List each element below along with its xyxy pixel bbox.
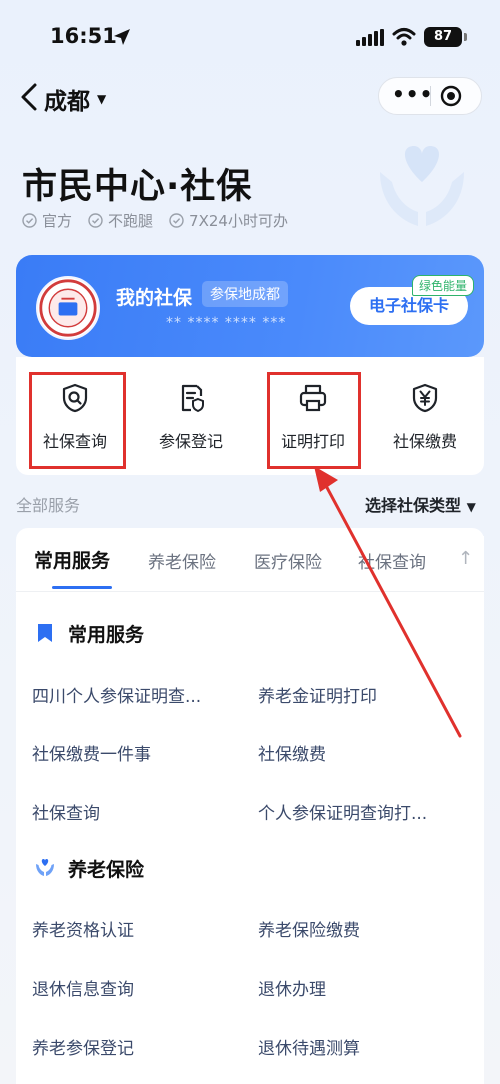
service-link[interactable]: 社保缴费一件事 [32,740,238,765]
hands-heart-illustration-icon [380,146,464,226]
back-chevron-icon[interactable] [18,82,40,112]
group-title-pension: 养老保险 [68,859,145,881]
active-tab-indicator [52,586,112,589]
group-title-common: 常用服务 [68,624,145,646]
document-shield-icon [181,384,204,413]
tab-pension[interactable]: 养老保险 [148,548,216,573]
city-selector[interactable]: 成都 [44,82,90,116]
annotation-box-social-query [29,372,126,469]
caret-down-icon[interactable]: ▼ [97,92,106,106]
service-link[interactable]: 养老参保登记 [32,1034,238,1059]
quick-action-registration[interactable]: 参保登记 [136,374,246,464]
annotation-arrow-icon [314,466,462,738]
close-target-icon[interactable] [440,85,462,107]
location-arrow-icon [114,29,130,45]
card-region-tag: 参保地成都 [202,281,288,307]
green-energy-tag: 绿色能量 [412,275,475,296]
check-circle-icon [22,213,37,228]
badge-label: 官方 [42,212,73,230]
card-number-masked: ** **** **** *** [166,315,287,331]
more-dots-icon[interactable]: ••• [392,84,432,108]
service-link[interactable]: 退休待遇测算 [258,1034,464,1059]
card-title: 我的社保 [116,287,193,309]
quick-action-payment[interactable]: 社保缴费 [370,374,480,464]
tab-common[interactable]: 常用服务 [34,546,110,573]
service-link[interactable]: 养老保险缴费 [258,916,464,941]
service-link[interactable]: 退休办理 [258,975,464,1000]
battery-indicator: 87 [424,27,462,47]
check-circle-icon [169,213,184,228]
cellular-signal-icon [356,29,384,46]
all-services-label: 全部服务 [16,496,81,515]
social-security-emblem-icon [36,276,100,340]
status-bar: 16:51 87 [0,0,500,74]
quick-action-label: 参保登记 [158,432,223,451]
badge-24h: 7X24小时可办 [169,210,288,231]
service-link[interactable]: 养老资格认证 [32,916,238,941]
social-security-card[interactable]: 我的社保 参保地成都 ** **** **** *** 电子社保卡 绿色能量 [16,255,484,357]
bookmark-icon [38,624,52,642]
trust-badges: 官方 不跑腿 7X24小时可办 [22,210,288,231]
badge-no-errand: 不跑腿 [88,210,153,231]
status-time: 16:51 [50,24,117,48]
service-link[interactable]: 退休信息查询 [32,975,238,1000]
service-link[interactable]: 个人参保证明查询打... [258,799,464,824]
capsule-divider [430,86,431,106]
wifi-icon [392,28,416,46]
check-circle-icon [88,213,103,228]
badge-official: 官方 [22,210,72,231]
hands-heart-icon [36,859,54,876]
page-title: 市民中心·社保 [22,167,253,207]
badge-label: 7X24小时可办 [189,212,288,230]
quick-action-label: 社保缴费 [392,432,457,451]
badge-label: 不跑腿 [108,212,154,230]
annotation-box-certificate-print [267,372,361,469]
service-link[interactable]: 四川个人参保证明查... [32,682,238,707]
service-link[interactable]: 社保查询 [32,799,238,824]
battery-tip [464,33,467,41]
yen-shield-icon [412,383,438,413]
